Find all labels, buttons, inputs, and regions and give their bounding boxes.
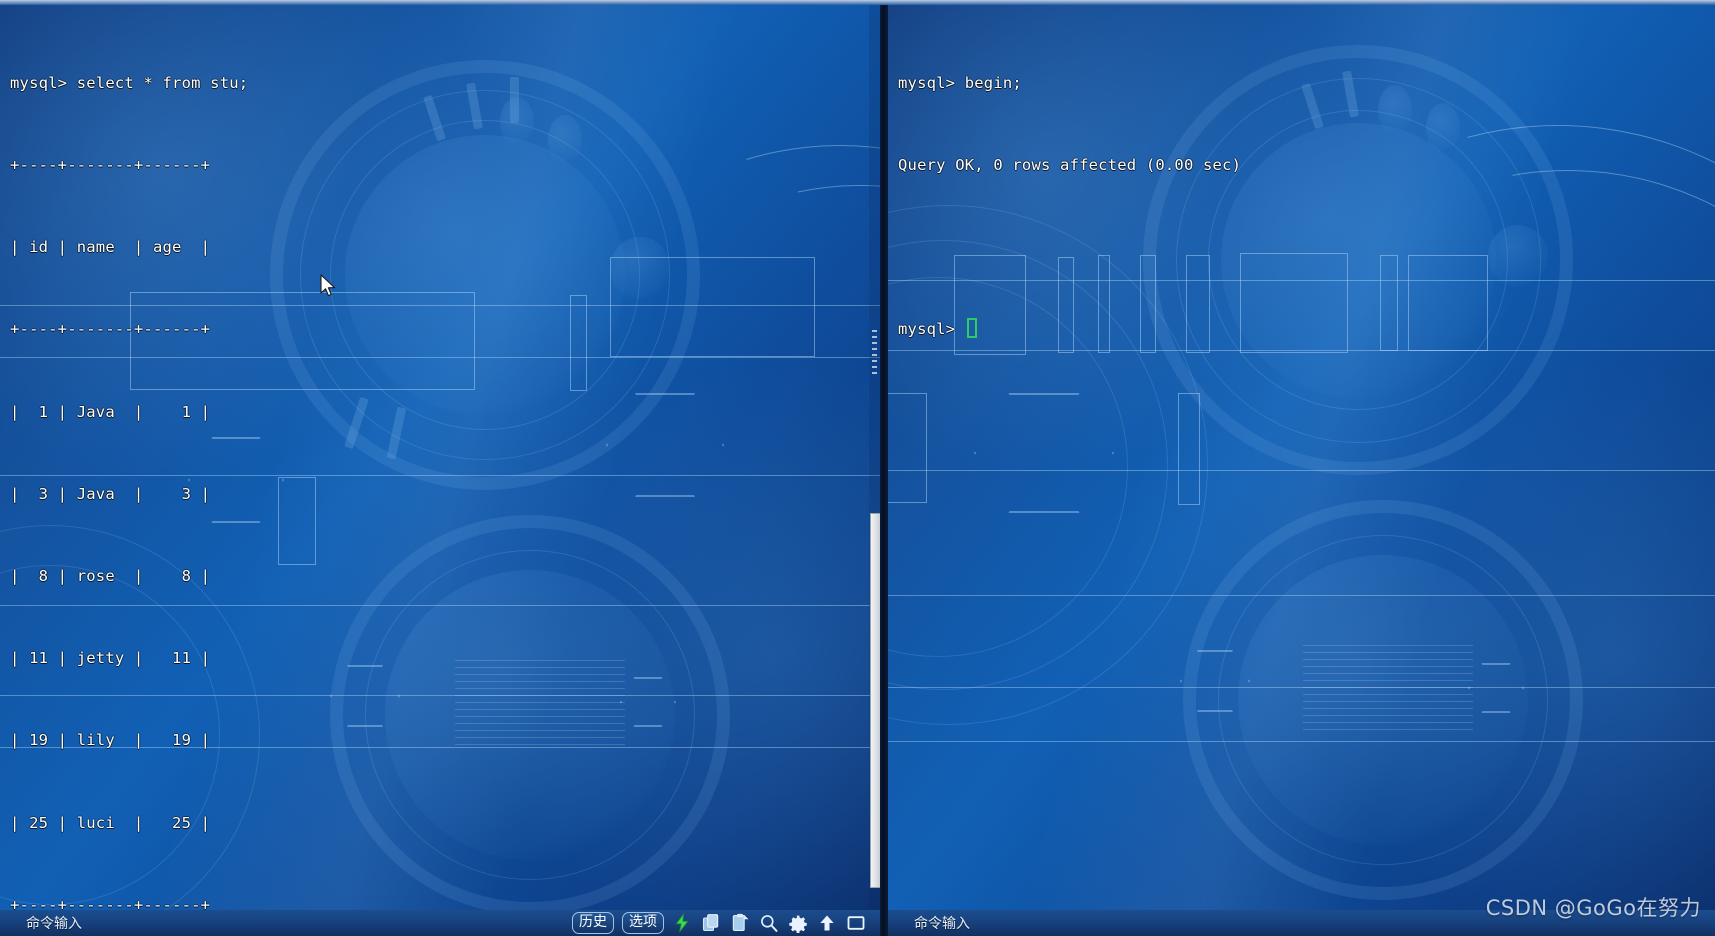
left-command-input-label: 命令输入 — [26, 916, 82, 932]
terminal-line: | id | name | age | — [10, 238, 211, 257]
pane-divider[interactable] — [880, 0, 888, 936]
history-button[interactable]: 历史 — [572, 912, 614, 934]
window-icon[interactable] — [846, 913, 866, 933]
text-cursor — [966, 318, 977, 339]
terminal-line: +----+-------+------+ — [10, 320, 211, 339]
terminal-line: | 25 | luci | 25 | — [10, 813, 211, 832]
application-window: mysql> select * from stu; +----+-------+… — [0, 0, 1715, 936]
terminal-line: Query OK, 0 rows affected (0.00 sec) — [898, 156, 1242, 175]
lightning-bolt-icon[interactable] — [672, 913, 692, 933]
paste-icon[interactable] — [730, 913, 750, 933]
terminal-active-prompt-line[interactable]: mysql> — [898, 316, 1715, 343]
terminal-line: +----+-------+------+ — [10, 156, 211, 175]
right-command-input-label: 命令输入 — [914, 916, 970, 932]
options-button[interactable]: 选项 — [622, 912, 664, 934]
search-icon[interactable] — [759, 913, 779, 933]
left-command-bar: 命令输入 历史 选项 — [0, 910, 880, 936]
left-terminal-pane[interactable]: mysql> select * from stu; +----+-------+… — [0, 5, 880, 910]
terminal-line: | 3 | Java | 3 | — [10, 484, 211, 503]
terminal-line: +----+-------+------+ — [10, 895, 211, 910]
up-arrow-icon[interactable] — [817, 913, 837, 933]
terminal-line: mysql> select * from stu; — [10, 73, 249, 92]
right-command-bar: 命令输入 — [888, 910, 1715, 936]
right-terminal-output[interactable]: mysql> begin; Query OK, 0 rows affected … — [888, 5, 1715, 910]
scrollbar-grip-dots — [872, 330, 877, 376]
toolbar-icons — [672, 913, 866, 933]
terminal-line: | 11 | jetty | 11 | — [10, 649, 211, 668]
terminal-line: mysql> begin; — [898, 73, 1022, 92]
terminal-line: | 19 | lily | 19 | — [10, 731, 211, 750]
right-terminal-pane[interactable]: mysql> begin; Query OK, 0 rows affected … — [888, 5, 1715, 910]
copy-icon[interactable] — [701, 913, 721, 933]
terminal-prompt-text: mysql> — [898, 320, 965, 339]
left-terminal-output[interactable]: mysql> select * from stu; +----+-------+… — [0, 5, 880, 910]
top-highlight-strip — [0, 0, 1715, 5]
terminal-line: | 8 | rose | 8 | — [10, 567, 211, 586]
terminal-line: | 1 | Java | 1 | — [10, 402, 211, 421]
gear-icon[interactable] — [788, 913, 808, 933]
